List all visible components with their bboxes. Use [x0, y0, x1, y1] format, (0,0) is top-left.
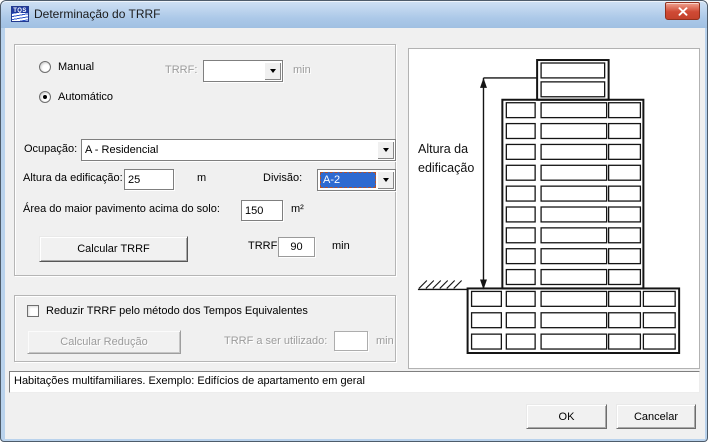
- close-button[interactable]: [665, 2, 700, 20]
- chevron-down-icon: [269, 69, 276, 73]
- building-diagram-panel: Altura da edificação: [408, 48, 700, 369]
- trrf-manual-unit: min: [293, 64, 311, 76]
- chevron-down-icon: [382, 148, 389, 152]
- divisao-value: A-2: [320, 172, 376, 188]
- ok-button[interactable]: OK: [526, 404, 607, 429]
- dropdown-arrow-button[interactable]: [264, 62, 281, 80]
- trrf-manual-label: TRRF:: [165, 64, 198, 76]
- reduzir-checkbox[interactable]: [27, 305, 39, 317]
- altura-input[interactable]: [124, 169, 174, 190]
- trrf-result-unit: min: [332, 240, 350, 252]
- dropdown-arrow-button[interactable]: [377, 171, 394, 189]
- ocupacao-combobox[interactable]: A - Residencial: [81, 139, 396, 161]
- status-bar: Habitações multifamiliares. Exemplo: Edi…: [9, 371, 700, 393]
- area-unit: m²: [291, 203, 304, 215]
- altura-label: Altura da edificação:: [23, 172, 123, 184]
- window-title: Determinação do TRRF: [34, 7, 161, 21]
- reduzir-checkbox-row[interactable]: Reduzir TRRF pelo método dos Tempos Equi…: [27, 305, 308, 317]
- trrf-result-field[interactable]: [278, 237, 315, 257]
- trrf-manual-value: [207, 64, 262, 78]
- dropdown-arrow-button[interactable]: [377, 141, 394, 159]
- altura-unit: m: [197, 172, 207, 184]
- cancel-button[interactable]: Cancelar: [616, 404, 696, 429]
- tqs-logo-icon: TQS: [11, 6, 29, 22]
- trrf-manual-combobox[interactable]: [203, 60, 283, 82]
- radio-manual[interactable]: Manual: [39, 61, 94, 73]
- ocupacao-label: Ocupação:: [24, 143, 78, 155]
- calcular-reducao-button[interactable]: Calcular Redução: [27, 330, 181, 354]
- radio-automatico[interactable]: Automático: [39, 91, 113, 103]
- titlebar[interactable]: TQS Determinação do TRRF: [1, 1, 707, 28]
- radio-automatico-label: Automático: [58, 91, 114, 103]
- calcular-trrf-button[interactable]: Calcular TRRF: [39, 236, 188, 262]
- diagram-label: Altura da edificação: [418, 142, 475, 175]
- trrf-result-label: TRRF:: [248, 240, 281, 252]
- radio-button-icon: [39, 61, 51, 73]
- trrf-utilizado-label: TRRF a ser utilizado:: [224, 335, 328, 347]
- radio-button-icon: [39, 91, 51, 103]
- chevron-down-icon: [382, 178, 389, 182]
- tqs-logo-waves: [12, 13, 28, 21]
- trrf-utilizado-unit: min: [376, 335, 394, 347]
- close-icon: [678, 6, 687, 16]
- area-label: Área do maior pavimento acima do solo:: [23, 203, 220, 215]
- area-input[interactable]: [241, 200, 283, 221]
- building-illustration: [417, 59, 681, 354]
- ocupacao-value: A - Residencial: [85, 144, 159, 156]
- trrf-utilizado-input[interactable]: [334, 331, 368, 351]
- divisao-label: Divisão:: [263, 172, 303, 184]
- dialog-client-area: Manual Automático TRRF: min Ocupação: A …: [5, 28, 705, 439]
- radio-manual-label: Manual: [58, 61, 95, 73]
- reduzir-checkbox-label: Reduzir TRRF pelo método dos Tempos Equi…: [46, 305, 308, 317]
- divisao-combobox[interactable]: A-2: [317, 169, 396, 191]
- dialog-window: TQS Determinação do TRRF Manual Automáti…: [0, 0, 708, 442]
